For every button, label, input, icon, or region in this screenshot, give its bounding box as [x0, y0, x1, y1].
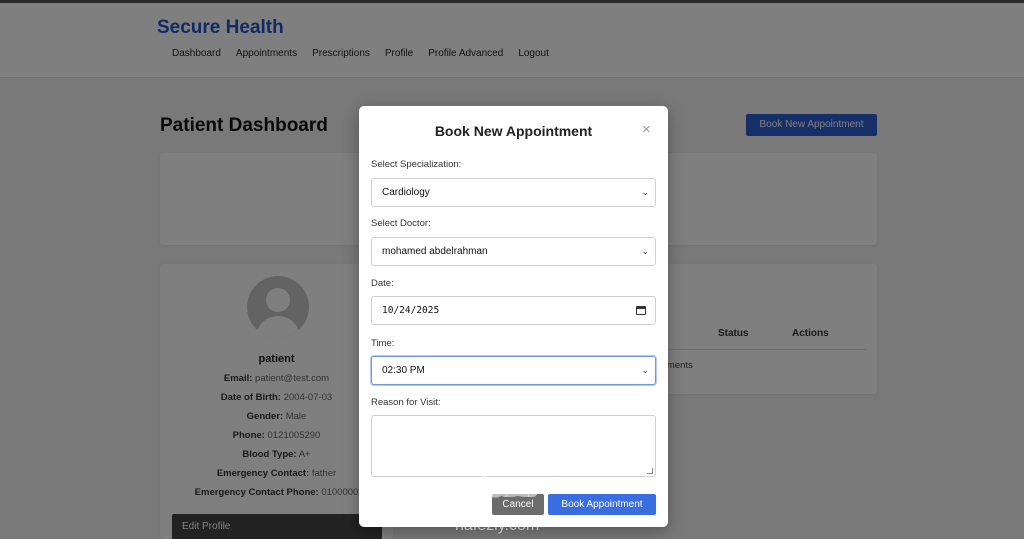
resize-handle-icon[interactable]	[647, 468, 653, 474]
chevron-down-icon: ⌄	[641, 187, 649, 197]
specialization-value: Cardiology	[382, 187, 430, 198]
time-label: Time:	[371, 338, 395, 349]
date-input[interactable]: 10/24/2025	[371, 296, 656, 325]
book-appointment-button[interactable]: Book Appointment	[548, 494, 656, 515]
time-select[interactable]: 02:30 PM ⌄	[371, 356, 656, 385]
date-label: Date:	[371, 278, 394, 289]
watermark-logo: نفذلي	[448, 471, 540, 504]
date-value: 10/24/2025	[382, 305, 440, 316]
modal-title: Book New Appointment	[434, 123, 593, 139]
chevron-down-icon: ⌄	[641, 246, 649, 256]
doctor-value: mohamed abdelrahman	[382, 246, 488, 257]
reason-label: Reason for Visit:	[371, 397, 441, 408]
time-value: 02:30 PM	[382, 365, 425, 376]
doctor-label: Select Doctor:	[371, 218, 431, 229]
calendar-icon[interactable]	[636, 306, 646, 315]
watermark-text: nafezly.com	[455, 517, 540, 534]
close-icon[interactable]: ×	[642, 121, 651, 138]
specialization-select[interactable]: Cardiology ⌄	[371, 178, 656, 207]
specialization-label: Select Specialization:	[371, 159, 462, 170]
chevron-down-icon: ⌄	[641, 365, 649, 375]
doctor-select[interactable]: mohamed abdelrahman ⌄	[371, 237, 656, 266]
reason-textarea[interactable]	[371, 415, 656, 477]
book-appointment-modal: Book New Appointment × Select Specializa…	[359, 106, 668, 527]
